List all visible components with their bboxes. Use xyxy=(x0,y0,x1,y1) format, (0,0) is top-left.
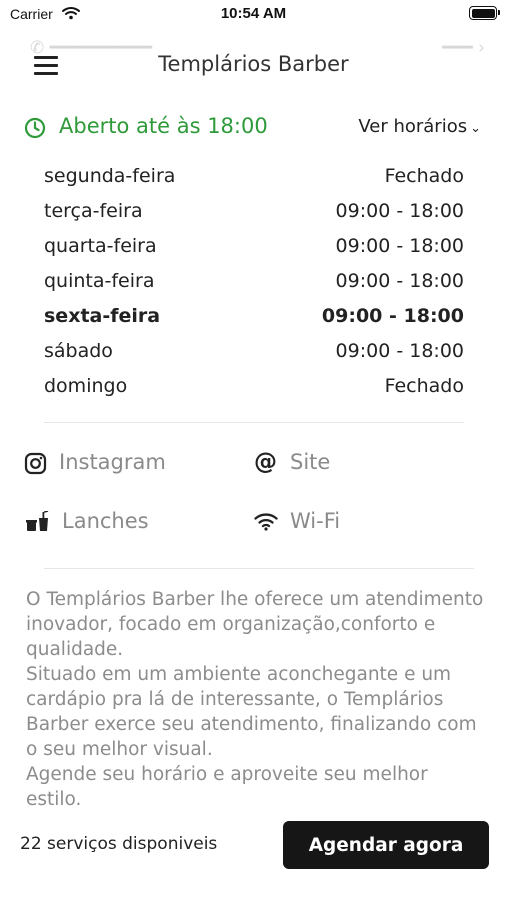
site-label: Site xyxy=(290,450,331,474)
hours-day: quarta-feira xyxy=(44,235,157,257)
description: O Templários Barber lhe oferece um atend… xyxy=(26,587,486,812)
open-status-text: Aberto até às 18:00 xyxy=(59,114,268,138)
divider xyxy=(44,568,474,569)
opening-hours-list: segunda-feira Fechado terça-feira 09:00 - 1… xyxy=(44,165,464,410)
hours-time: 09:00 - 18:00 xyxy=(335,340,464,362)
hours-time: 09:00 - 18:00 xyxy=(335,235,464,257)
hours-time: 09:00 - 18:00 xyxy=(335,200,464,222)
instagram-label: Instagram xyxy=(59,450,166,474)
hours-day: sábado xyxy=(44,340,113,362)
at-icon: @ xyxy=(254,449,277,475)
snacks-icon xyxy=(26,510,50,538)
divider xyxy=(44,422,464,423)
services-count: 22 serviços disponiveis xyxy=(20,834,218,854)
hours-day: terça-feira xyxy=(44,200,143,222)
wifi-label: Wi-Fi xyxy=(290,509,341,533)
hours-row: quinta-feira 09:00 - 18:00 xyxy=(44,270,464,305)
chevron-down-icon: ⌄ xyxy=(470,121,481,136)
status-bar: Carrier 10:54 AM xyxy=(0,0,507,30)
snacks-label: Lanches xyxy=(62,509,149,533)
page-title: Templários Barber xyxy=(158,52,349,76)
hours-row: domingo Fechado xyxy=(44,375,464,410)
clock-icon xyxy=(24,117,46,143)
description-paragraph: Situado em um ambiente aconchegante e um… xyxy=(26,664,477,760)
navigation-bar: Templários Barber xyxy=(0,42,507,88)
view-hours-label: Ver horários xyxy=(358,116,468,137)
book-now-button[interactable]: Agendar agora xyxy=(283,821,489,869)
wifi-icon xyxy=(254,512,278,536)
hours-day: segunda-feira xyxy=(44,165,176,187)
hours-time: Fechado xyxy=(384,375,464,397)
description-paragraph: O Templários Barber lhe oferece um atend… xyxy=(26,589,484,660)
hours-row: terça-feira 09:00 - 18:00 xyxy=(44,200,464,235)
hours-day: quinta-feira xyxy=(44,270,155,292)
hours-row: sexta-feira 09:00 - 18:00 xyxy=(44,305,464,340)
hours-day: domingo xyxy=(44,375,128,397)
instagram-icon xyxy=(24,452,47,480)
hours-day: sexta-feira xyxy=(44,305,161,327)
battery-icon xyxy=(469,6,500,20)
hours-time: 09:00 - 18:00 xyxy=(335,270,464,292)
hours-row: sábado 09:00 - 18:00 xyxy=(44,340,464,375)
status-time: 10:54 AM xyxy=(220,5,287,22)
hours-row: quarta-feira 09:00 - 18:00 xyxy=(44,235,464,270)
hours-time: Fechado xyxy=(384,165,464,187)
description-paragraph: Agende seu horário e aproveite seu melho… xyxy=(26,764,428,810)
open-status-row: Aberto até às 18:00 Ver horários ⌄ xyxy=(24,114,481,144)
view-hours-toggle[interactable]: Ver horários ⌄ xyxy=(358,116,481,137)
hours-time: 09:00 - 18:00 xyxy=(321,305,464,327)
hours-row: segunda-feira Fechado xyxy=(44,165,464,200)
